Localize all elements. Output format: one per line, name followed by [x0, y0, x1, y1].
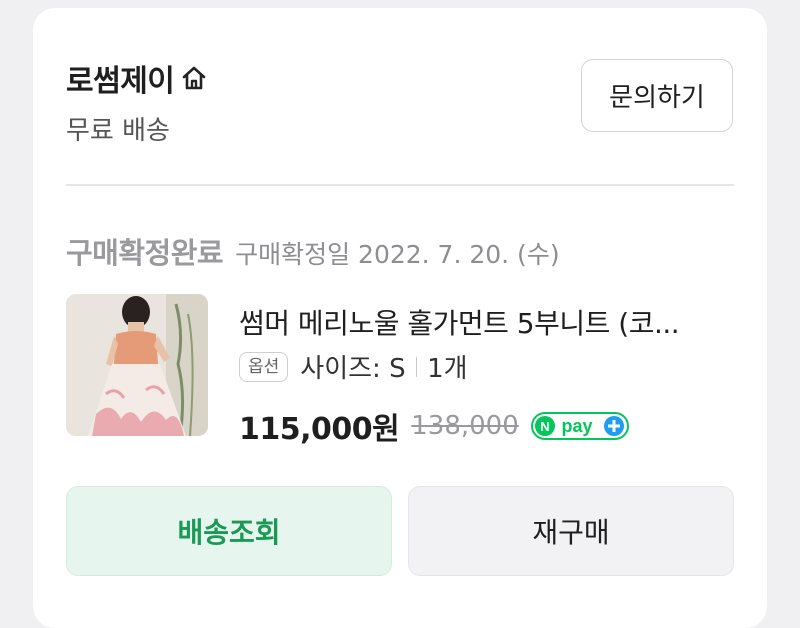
- svg-text:N: N: [540, 419, 549, 434]
- rebuy-button[interactable]: 재구매: [408, 486, 734, 576]
- npay-plus-icon: N pay: [530, 411, 629, 441]
- shipping-info: 무료 배송: [66, 116, 170, 146]
- original-price: 138,000: [411, 411, 519, 441]
- sale-price: 115,000원: [239, 412, 400, 447]
- order-status: 구매확정완료: [66, 236, 224, 270]
- confirm-date: 구매확정일 2022. 7. 20. (수): [235, 240, 560, 269]
- product-image[interactable]: [66, 294, 208, 436]
- order-card: 로썸제이 무료 배송 문의하기 구매확정완료 구매확정일 2022. 7. 20…: [33, 8, 767, 628]
- seller-name[interactable]: 로썸제이: [66, 56, 175, 100]
- quantity: 1개: [427, 354, 468, 384]
- seller-header[interactable]: 로썸제이: [66, 56, 208, 100]
- store-home-icon[interactable]: [180, 64, 208, 92]
- npay-label: pay: [561, 416, 592, 436]
- option-separator: [415, 356, 418, 377]
- option-row: 옵션 사이즈: S 1개: [239, 348, 468, 385]
- option-value: 사이즈: S: [300, 354, 406, 384]
- price-row: 115,000원 138,000 N pay: [239, 404, 629, 448]
- product-title[interactable]: 썸머 메리노울 홀가먼트 5부니트 (코...: [239, 302, 680, 342]
- divider: [66, 184, 734, 186]
- track-delivery-button[interactable]: 배송조회: [66, 486, 392, 576]
- order-status-row: 구매확정완료 구매확정일 2022. 7. 20. (수): [66, 230, 560, 272]
- inquiry-button[interactable]: 문의하기: [581, 59, 733, 132]
- option-badge: 옵션: [239, 351, 289, 382]
